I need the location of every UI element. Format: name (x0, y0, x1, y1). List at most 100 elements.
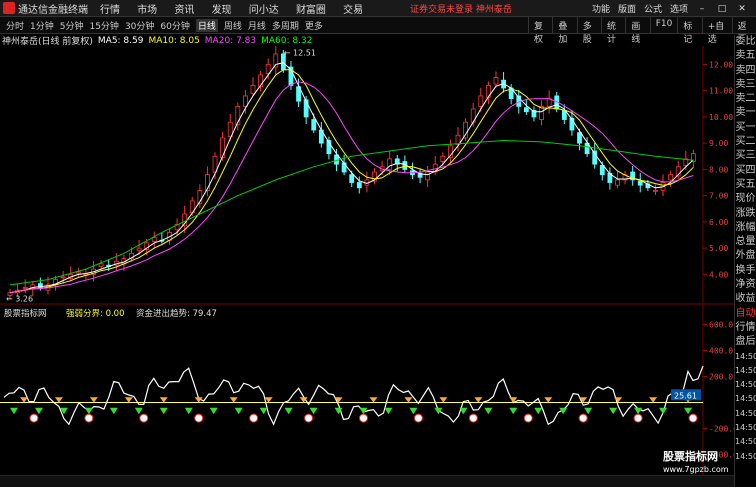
period-toolbar: 分时 1分钟 5分钟 15分钟 30分钟 60分钟 日线 周线 月线 多周期 更… (0, 17, 756, 45)
price-tick-label: 9.00 (709, 139, 728, 148)
menu-trade[interactable]: 交易 (343, 5, 363, 16)
menu-ask[interactable]: 问小达 (249, 5, 279, 16)
period-5min[interactable]: 5分钟 (60, 19, 84, 32)
ma5-value: MA5: 8.59 (97, 35, 144, 46)
chart-area[interactable]: 12.00 11.00 10.00 9.00 8.00 7.00 6.00 5.00 4.00 ←… (0, 45, 738, 486)
buy-signal-marker (659, 407, 668, 415)
sell-signal-marker (649, 397, 658, 403)
sidebar-item: 14:50 (735, 423, 756, 433)
sidebar-item: 14:50 (735, 351, 756, 361)
price-chart-svg[interactable]: 12.00 11.00 10.00 9.00 8.00 7.00 6.00 5.00 4.00 ←… (0, 45, 738, 485)
period-multi[interactable]: 多周期 (272, 19, 299, 32)
high-label: ← 12.51 (284, 48, 316, 57)
buy-signal-marker (434, 407, 443, 415)
candle-body (637, 180, 643, 186)
sell-signal-marker (544, 397, 553, 403)
tool-stats[interactable]: 统计 (601, 17, 625, 45)
maximize-icon[interactable]: □ (716, 4, 728, 14)
candle-body (356, 182, 362, 189)
candle-body (668, 174, 674, 181)
sidebar-item: 买二 (735, 136, 756, 148)
close-icon[interactable]: ✕ (736, 4, 748, 14)
menu-discover[interactable]: 发现 (212, 5, 232, 16)
tool-add-watch[interactable]: +自选 (701, 17, 732, 45)
menu-news[interactable]: 资讯 (174, 5, 194, 16)
tool-mark[interactable]: 标记 (677, 17, 701, 45)
cross-signal-marker (413, 413, 423, 423)
price-tick-label: 8.00 (709, 165, 728, 174)
period-intraday[interactable]: 分时 (6, 19, 24, 32)
buy-signal-marker (309, 407, 318, 415)
candle-body (440, 155, 446, 162)
period-15min[interactable]: 15分钟 (89, 19, 118, 32)
minimize-icon[interactable]: – (696, 4, 708, 14)
tool-adjust[interactable]: 复权 (528, 17, 552, 45)
period-daily[interactable]: 日线 (195, 18, 218, 32)
layout-menu[interactable]: 版面 (618, 2, 636, 15)
period-60min[interactable]: 60分钟 (160, 19, 189, 32)
ma20-value: MA20: 7.83 (204, 35, 257, 46)
sidebar-item: 涨跌 (735, 207, 756, 219)
tool-back[interactable]: 返回 (731, 17, 756, 45)
sidebar-item: 卖三 (735, 78, 756, 90)
formula-menu[interactable]: 公式 (644, 2, 662, 15)
candle-body (577, 132, 582, 144)
candle-body (303, 99, 309, 118)
buy-signal-marker (209, 407, 218, 415)
period-monthly[interactable]: 月线 (248, 19, 266, 32)
menu-market[interactable]: 行情 (100, 5, 120, 16)
sidebar-item: 卖二 (735, 93, 756, 105)
sidebar-item: 14:50 (735, 380, 756, 390)
price-tick-label: 4.00 (709, 270, 728, 279)
sidebar-item: 卖一 (735, 107, 756, 119)
sidebar-item: 总量 (735, 236, 756, 248)
watermark-logo: 股票指标网 www.7gpzb.com (663, 450, 729, 475)
menu-wealth[interactable]: 财富圈 (296, 5, 326, 16)
sell-signal-marker (369, 397, 378, 403)
buy-signal-marker (284, 407, 293, 415)
options-menu[interactable]: 选项 (670, 2, 688, 15)
sell-signal-marker (19, 397, 28, 403)
sell-signal-marker (54, 397, 63, 403)
candle-body (22, 287, 28, 289)
period-weekly[interactable]: 周线 (224, 19, 242, 32)
cross-signal-marker (688, 413, 698, 423)
price-tick-label: 12.00 (709, 60, 733, 69)
fund-trend-value: 资金进出趋势: 79.47 (136, 308, 217, 319)
sidebar-item: 涨幅 (735, 221, 756, 233)
tool-multi-stock[interactable]: 多股 (576, 17, 601, 45)
buy-signal-marker (9, 407, 18, 415)
login-promo[interactable]: 证券交易未登录 神州泰岳 (410, 2, 512, 15)
buy-signal-marker (484, 407, 493, 415)
sidebar-item: 换手 (735, 264, 756, 276)
period-more[interactable]: 更多 (305, 19, 323, 32)
menu-market-center[interactable]: 市场 (137, 5, 157, 16)
buy-signal-marker (259, 407, 268, 415)
app-logo-icon (3, 2, 15, 14)
cross-signal-marker (249, 413, 259, 423)
tool-draw[interactable]: 画线 (625, 17, 649, 45)
candle-body (136, 247, 142, 252)
buy-signal-marker (109, 407, 118, 415)
fund-trend-line (3, 365, 704, 426)
indicator-tick-label: 400.0 (709, 347, 733, 356)
ma60-line (9, 139, 694, 286)
period-1min[interactable]: 1分钟 (30, 19, 54, 32)
candle-body (311, 119, 317, 131)
cross-signal-marker (578, 413, 588, 423)
buy-signal-marker (34, 407, 43, 415)
sidebar-item: 买四 (735, 164, 756, 176)
buy-signal-marker (684, 407, 693, 415)
sell-signal-marker (89, 397, 98, 403)
ma20-line (9, 81, 694, 294)
buy-signal-marker (534, 407, 543, 415)
tool-overlay[interactable]: 叠加 (552, 17, 576, 45)
cross-signal-marker (358, 413, 368, 423)
tool-f10[interactable]: F10 (649, 17, 678, 34)
period-30min[interactable]: 30分钟 (125, 19, 154, 32)
cross-signal-marker (633, 413, 643, 423)
buy-signal-marker (634, 407, 643, 415)
sidebar-item: 14:50 (735, 408, 756, 418)
func-menu[interactable]: 功能 (592, 2, 610, 15)
sidebar-item: 14:50 (735, 365, 756, 375)
